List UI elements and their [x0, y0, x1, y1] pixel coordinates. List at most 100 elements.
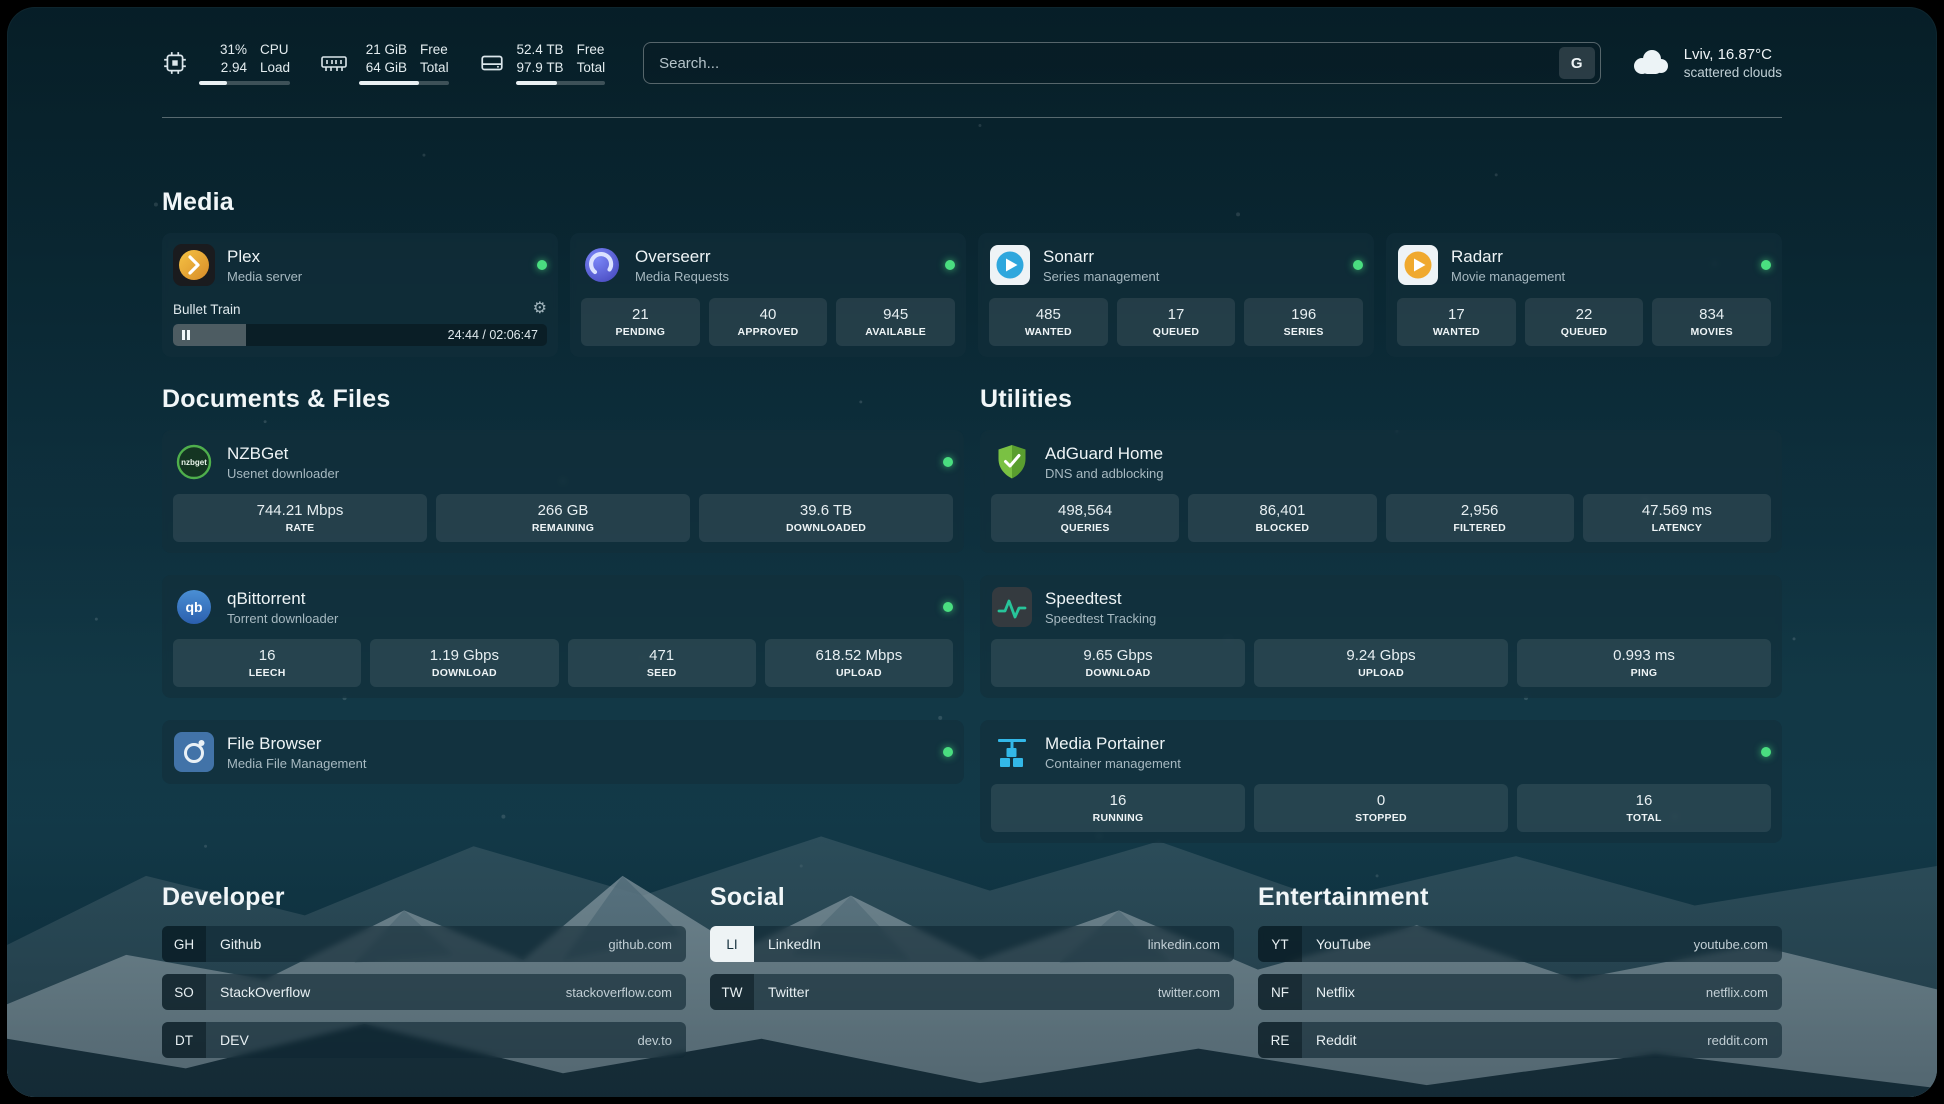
stat-label: WANTED	[994, 325, 1103, 339]
sonarr-icon	[989, 244, 1031, 286]
service-card-qbittorrent[interactable]: qb qBittorrent Torrent downloader	[162, 575, 964, 698]
stat-label: QUERIES	[996, 521, 1174, 535]
stat-label: REMAINING	[441, 521, 685, 535]
stat-value: 9.65 Gbps	[996, 646, 1240, 665]
bookmark-link[interactable]: LI LinkedIn linkedin.com	[710, 926, 1234, 962]
stat-label: UPLOAD	[1259, 666, 1503, 680]
overseerr-icon	[581, 244, 623, 286]
stat-block: 618.52 Mbps UPLOAD	[765, 639, 953, 687]
bookmark-abbreviation: SO	[162, 974, 206, 1010]
cpu-usage-value: 31%	[220, 41, 247, 59]
bookmark-domain: reddit.com	[1707, 1033, 1768, 1048]
stat-block: 39.6 TB DOWNLOADED	[699, 494, 953, 542]
service-name: qBittorrent	[227, 588, 338, 609]
stat-label: RUNNING	[996, 811, 1240, 825]
bookmark-group-entertainment: Entertainment YT YouTube youtube.com NF …	[1258, 883, 1782, 1058]
bookmark-link[interactable]: YT YouTube youtube.com	[1258, 926, 1782, 962]
stat-label: DOWNLOAD	[996, 666, 1240, 680]
stat-label: DOWNLOADED	[704, 521, 948, 535]
bookmark-abbreviation: NF	[1258, 974, 1302, 1010]
stat-block: 40 APPROVED	[709, 298, 828, 346]
bookmark-link[interactable]: RE Reddit reddit.com	[1258, 1022, 1782, 1058]
stat-value: 47.569 ms	[1588, 501, 1766, 520]
stat-value: 498,564	[996, 501, 1174, 520]
nzbget-icon: nzbget	[173, 441, 215, 483]
cpu-usage-label: CPU	[260, 41, 290, 59]
service-card-portainer[interactable]: Media Portainer Container management 16 …	[980, 720, 1782, 843]
stat-value: 39.6 TB	[704, 501, 948, 520]
disk-total-value: 97.9 TB	[517, 59, 564, 77]
service-name: Radarr	[1451, 246, 1565, 267]
cpu-icon	[162, 50, 188, 76]
service-name: File Browser	[227, 733, 366, 754]
entertainment-section-title: Entertainment	[1258, 883, 1782, 912]
bookmark-name: Netflix	[1316, 984, 1355, 1000]
cpu-load-value: 2.94	[221, 59, 247, 77]
status-dot	[1761, 747, 1771, 757]
bookmark-link[interactable]: GH Github github.com	[162, 926, 686, 962]
service-description: Media Requests	[635, 268, 729, 285]
disk-progress-bar	[516, 81, 606, 85]
bookmark-link[interactable]: NF Netflix netflix.com	[1258, 974, 1782, 1010]
stat-block: 17 QUEUED	[1117, 298, 1236, 346]
stat-label: DOWNLOAD	[375, 666, 553, 680]
stat-label: LATENCY	[1588, 521, 1766, 535]
stat-value: 9.24 Gbps	[1259, 646, 1503, 665]
service-card-nzbget[interactable]: nzbget NZBGet Usenet downloader	[162, 430, 964, 553]
pause-icon[interactable]	[182, 330, 190, 340]
stat-label: BLOCKED	[1193, 521, 1371, 535]
section-media: Media Plex	[162, 188, 1782, 357]
stat-block: 86,401 BLOCKED	[1188, 494, 1376, 542]
stat-label: QUEUED	[1530, 325, 1639, 339]
service-name: Media Portainer	[1045, 733, 1181, 754]
resource-widget-cpu: 31% 2.94 CPU Load	[162, 41, 290, 85]
service-card-overseerr[interactable]: Overseerr Media Requests 21 PENDING	[570, 233, 966, 357]
dashboard-screen: 31% 2.94 CPU Load	[7, 7, 1937, 1097]
service-card-radarr[interactable]: Radarr Movie management 17 WANTED	[1386, 233, 1782, 357]
status-dot	[945, 260, 955, 270]
svg-text:nzbget: nzbget	[181, 458, 207, 467]
media-section-title: Media	[162, 188, 1782, 217]
status-dot	[1761, 260, 1771, 270]
disk-free-label: Free	[577, 41, 606, 59]
service-card-filebrowser[interactable]: File Browser Media File Management	[162, 720, 964, 784]
search-provider-button[interactable]: G	[1559, 47, 1595, 79]
service-name: NZBGet	[227, 443, 339, 464]
bookmark-domain: github.com	[608, 937, 672, 952]
service-description: Container management	[1045, 755, 1181, 772]
stat-value: 40	[714, 305, 823, 324]
bookmark-link[interactable]: SO StackOverflow stackoverflow.com	[162, 974, 686, 1010]
stat-block: 9.65 Gbps DOWNLOAD	[991, 639, 1245, 687]
service-card-speedtest[interactable]: Speedtest Speedtest Tracking 9.65 Gbps D…	[980, 575, 1782, 698]
plex-icon	[173, 244, 215, 286]
bookmark-domain: netflix.com	[1706, 985, 1768, 1000]
stat-value: 0	[1259, 791, 1503, 810]
stat-block: 21 PENDING	[581, 298, 700, 346]
stat-label: AVAILABLE	[841, 325, 950, 339]
bookmark-group-social: Social LI LinkedIn linkedin.com TW Twitt…	[710, 883, 1234, 1058]
bookmark-domain: twitter.com	[1158, 985, 1220, 1000]
service-card-sonarr[interactable]: Sonarr Series management 485 WANTED	[978, 233, 1374, 357]
bookmark-abbreviation: RE	[1258, 1022, 1302, 1058]
service-description: Media server	[227, 268, 302, 285]
now-playing-title: Bullet Train	[173, 302, 241, 317]
bookmark-abbreviation: DT	[162, 1022, 206, 1058]
stat-block: 196 SERIES	[1244, 298, 1363, 346]
stat-value: 16	[996, 791, 1240, 810]
memory-total-value: 64 GiB	[366, 59, 407, 77]
bookmark-name: LinkedIn	[768, 936, 821, 952]
memory-total-label: Total	[420, 59, 449, 77]
documents-section-title: Documents & Files	[162, 385, 964, 414]
playback-progress-bar[interactable]: 24:44 / 02:06:47	[173, 324, 547, 346]
search-input[interactable]	[644, 43, 1559, 83]
stat-value: 618.52 Mbps	[770, 646, 948, 665]
service-card-adguard[interactable]: AdGuard Home DNS and adblocking 498,564 …	[980, 430, 1782, 553]
status-dot	[1353, 260, 1363, 270]
gear-icon[interactable]: ⚙	[533, 301, 547, 317]
service-card-plex[interactable]: Plex Media server Bullet Train ⚙	[162, 233, 558, 357]
stat-label: MOVIES	[1657, 325, 1766, 339]
bookmark-link[interactable]: TW Twitter twitter.com	[710, 974, 1234, 1010]
stat-value: 196	[1249, 305, 1358, 324]
bookmark-link[interactable]: DT DEV dev.to	[162, 1022, 686, 1058]
stat-value: 945	[841, 305, 950, 324]
